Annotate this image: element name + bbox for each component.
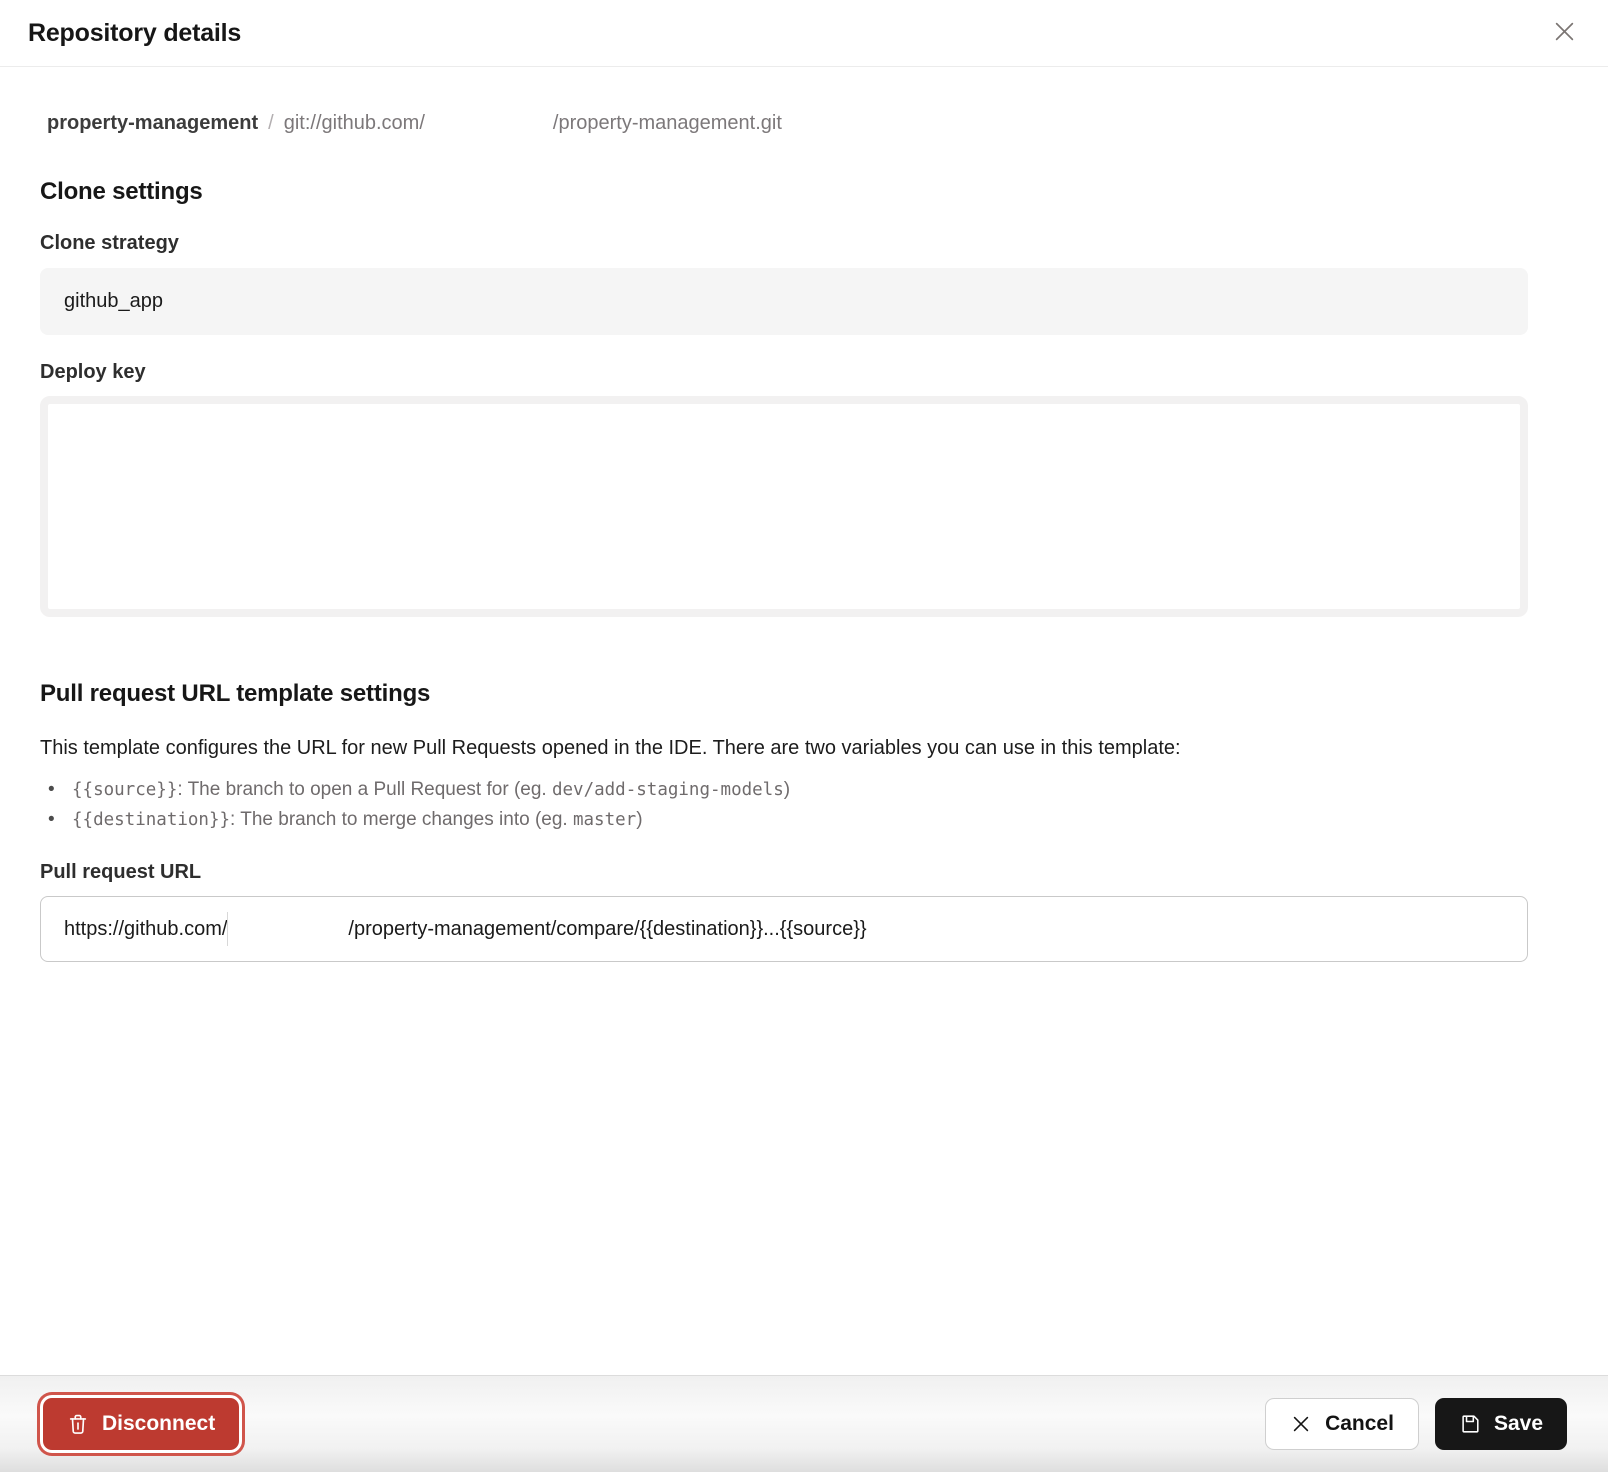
cancel-x-icon [1290,1413,1312,1435]
modal-footer: Disconnect Cancel Save [0,1375,1608,1472]
destination-variable-item: {{destination}}: The branch to merge cha… [72,805,1528,835]
close-icon [1551,18,1578,48]
disconnect-button-label: Disconnect [102,1412,215,1436]
source-variable-text: : The branch to open a Pull Request for … [177,779,552,800]
breadcrumb-url-suffix: /property-management.git [553,112,782,134]
footer-actions: Cancel Save [1265,1398,1567,1450]
clone-strategy-value: github_app [64,290,163,313]
save-button[interactable]: Save [1435,1398,1567,1450]
destination-variable-code: {{destination}} [72,810,230,830]
pr-template-description: This template configures the URL for new… [40,737,1528,760]
breadcrumb: property-management / git://github.com/ /pr… [47,112,1528,135]
deploy-key-label: Deploy key [40,361,1528,384]
pr-url-label: Pull request URL [40,861,1528,884]
source-variable-code: {{source}} [72,780,177,800]
save-button-label: Save [1494,1412,1543,1436]
close-button[interactable] [1547,14,1582,52]
template-variables-list: {{source}}: The branch to open a Pull Re… [40,775,1528,835]
destination-variable-text: : The branch to merge changes into (eg. [230,809,573,830]
destination-variable-close: ) [636,809,642,830]
clone-strategy-input: github_app [40,268,1528,335]
source-variable-close: ) [784,779,790,800]
destination-variable-example: master [573,810,636,830]
modal-header: Repository details [0,0,1608,67]
breadcrumb-url-prefix: git://github.com/ [284,112,425,134]
source-variable-example: dev/add-staging-models [552,780,784,800]
deploy-key-textarea[interactable] [40,396,1528,617]
pr-url-value-prefix: https://github.com/ [64,918,227,941]
modal-title: Repository details [28,19,241,48]
source-variable-item: {{source}}: The branch to open a Pull Re… [72,775,1528,805]
clone-settings-heading: Clone settings [40,178,1528,206]
modal-body: property-management / git://github.com/ /pr… [0,112,1608,962]
pr-url-value-suffix: /property-management/compare/{{destinati… [348,918,866,941]
save-floppy-icon [1459,1413,1481,1435]
clone-strategy-label: Clone strategy [40,232,1528,255]
breadcrumb-repo-name: property-management [47,112,258,134]
cancel-button-label: Cancel [1325,1412,1394,1436]
disconnect-button[interactable]: Disconnect [43,1398,239,1450]
cancel-button[interactable]: Cancel [1265,1398,1419,1450]
repository-details-modal: Repository details property-management / g… [0,0,1608,962]
pr-template-heading: Pull request URL template settings [40,680,1528,708]
trash-icon [67,1412,89,1436]
pr-url-input[interactable]: https://github.com/ /property-management/… [40,896,1528,962]
breadcrumb-separator: / [268,112,274,134]
redacted-org-segment [227,912,348,946]
